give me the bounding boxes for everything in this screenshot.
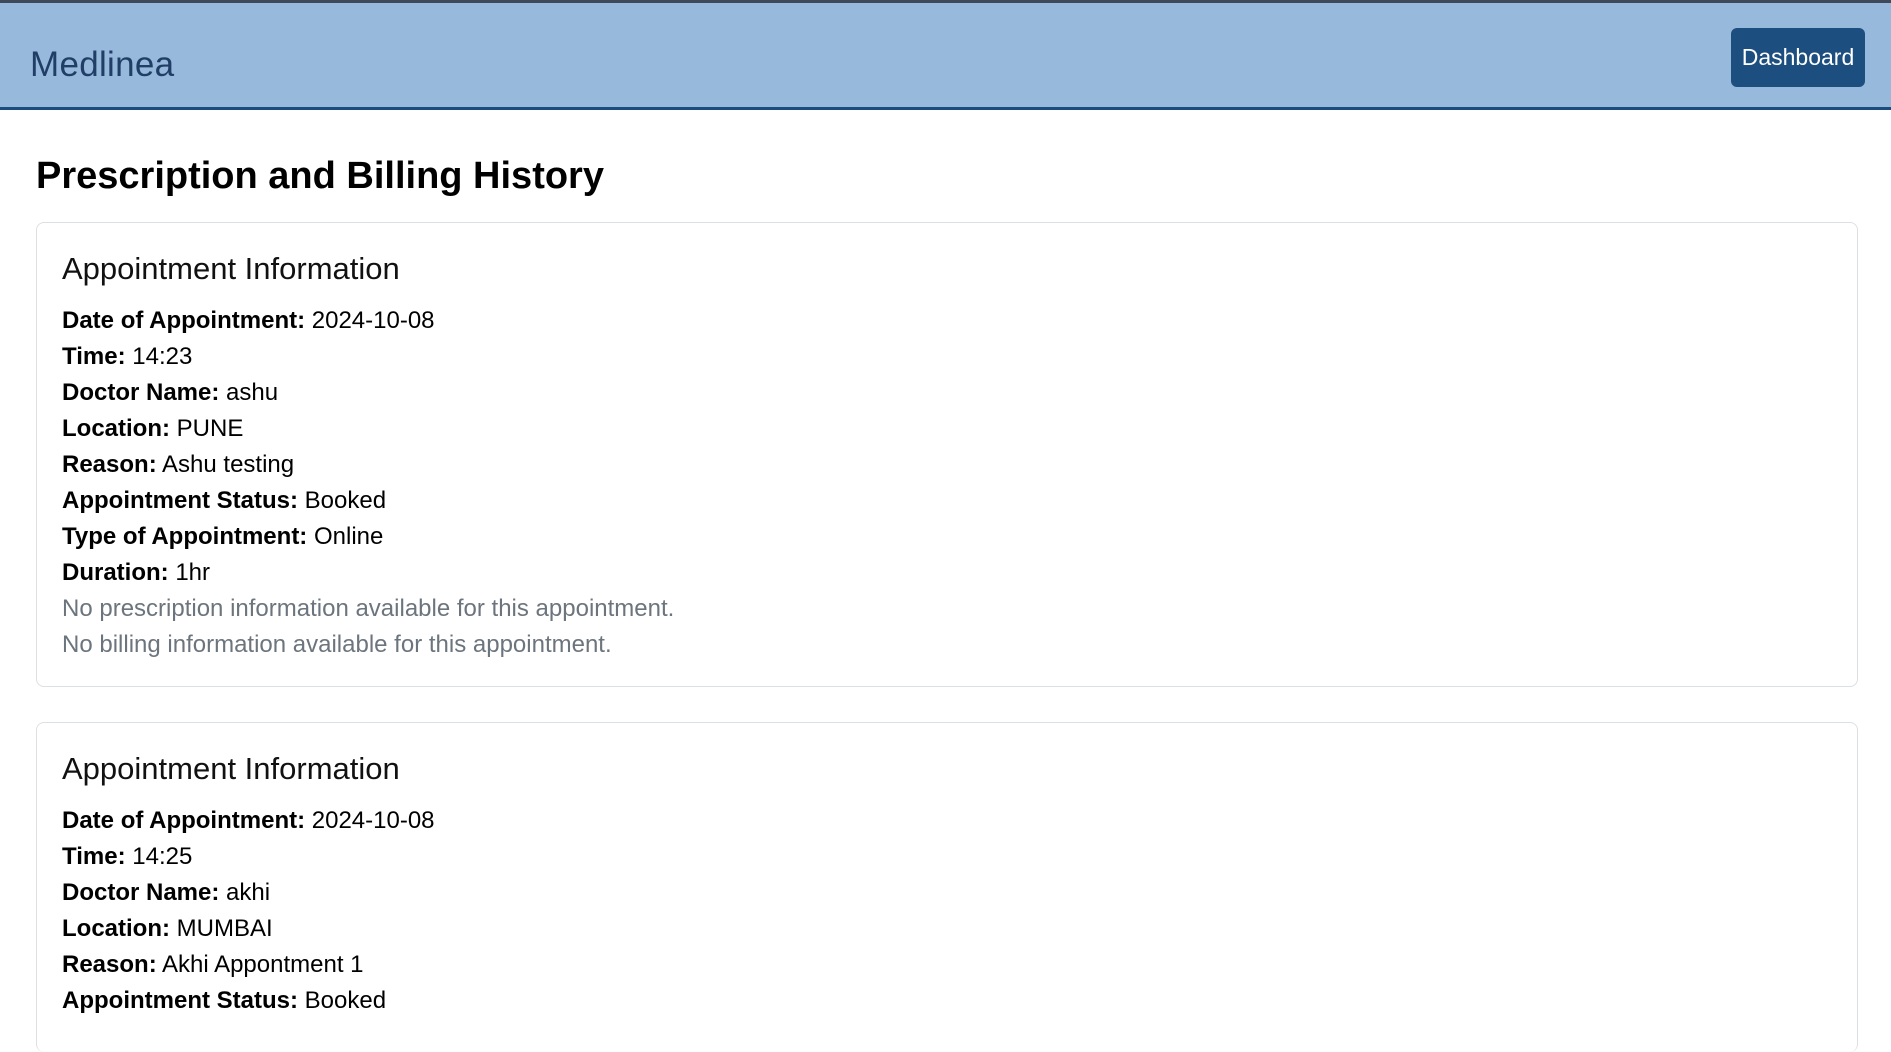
appointment-status-label: Appointment Status: (62, 987, 298, 1014)
appointment-card: Appointment Information Date of Appointm… (36, 222, 1858, 687)
doctor-name-value: ashu (226, 379, 279, 406)
appointment-date-value: 2024-10-08 (311, 307, 435, 334)
location-label: Location: (62, 915, 170, 942)
appointment-status-row: Appointment Status: Booked (62, 983, 1832, 1019)
appointment-card-title: Appointment Information (62, 251, 400, 286)
reason-value: Ashu testing (162, 451, 295, 478)
appointment-date-value: 2024-10-08 (311, 807, 435, 834)
duration-label: Duration: (62, 559, 169, 586)
dashboard-button[interactable]: Dashboard (1731, 28, 1865, 87)
appointment-status-value: Booked (304, 987, 387, 1014)
reason-label: Reason: (62, 951, 157, 978)
appointment-card-title: Appointment Information (62, 751, 400, 786)
no-prescription-message: No prescription information available fo… (62, 595, 675, 622)
reason-row: Reason: Akhi Appontment 1 (62, 947, 1832, 983)
appointment-status-row: Appointment Status: Booked (62, 483, 1832, 519)
location-value: MUMBAI (176, 915, 273, 942)
appointment-time-value: 14:25 (132, 843, 193, 870)
appointment-status-value: Booked (304, 487, 387, 514)
appointment-status-label: Appointment Status: (62, 487, 298, 514)
reason-value: Akhi Appontment 1 (162, 951, 364, 978)
doctor-name-row: Doctor Name: ashu (62, 375, 1832, 411)
appointment-type-label: Type of Appointment: (62, 523, 308, 550)
doctor-name-label: Doctor Name: (62, 879, 220, 906)
appointment-time-row: Time: 14:25 (62, 839, 1832, 875)
reason-row: Reason: Ashu testing (62, 447, 1832, 483)
appointment-type-row: Type of Appointment: Online (62, 519, 1832, 555)
page-title: Prescription and Billing History (36, 155, 604, 197)
appointment-date-row: Date of Appointment: 2024-10-08 (62, 803, 1832, 839)
doctor-name-label: Doctor Name: (62, 379, 220, 406)
duration-row: Duration: 1hr (62, 555, 1832, 591)
doctor-name-value: akhi (226, 879, 271, 906)
location-value: PUNE (176, 415, 244, 442)
duration-value: 1hr (175, 559, 211, 586)
reason-label: Reason: (62, 451, 157, 478)
appointment-type-value: Online (313, 523, 384, 550)
appointment-card: Appointment Information Date of Appointm… (36, 722, 1858, 1052)
appointment-time-row: Time: 14:23 (62, 339, 1832, 375)
appointment-time-label: Time: (62, 343, 126, 370)
no-billing-message: No billing information available for thi… (62, 631, 612, 658)
appointment-date-label: Date of Appointment: (62, 307, 306, 334)
brand-logo-text[interactable]: Medlinea (30, 45, 174, 85)
location-row: Location: PUNE (62, 411, 1832, 447)
appointment-time-value: 14:23 (132, 343, 193, 370)
appointment-date-label: Date of Appointment: (62, 807, 306, 834)
top-navbar: Medlinea Dashboard (0, 0, 1891, 110)
appointment-date-row: Date of Appointment: 2024-10-08 (62, 303, 1832, 339)
doctor-name-row: Doctor Name: akhi (62, 875, 1832, 911)
location-label: Location: (62, 415, 170, 442)
appointment-time-label: Time: (62, 843, 126, 870)
location-row: Location: MUMBAI (62, 911, 1832, 947)
